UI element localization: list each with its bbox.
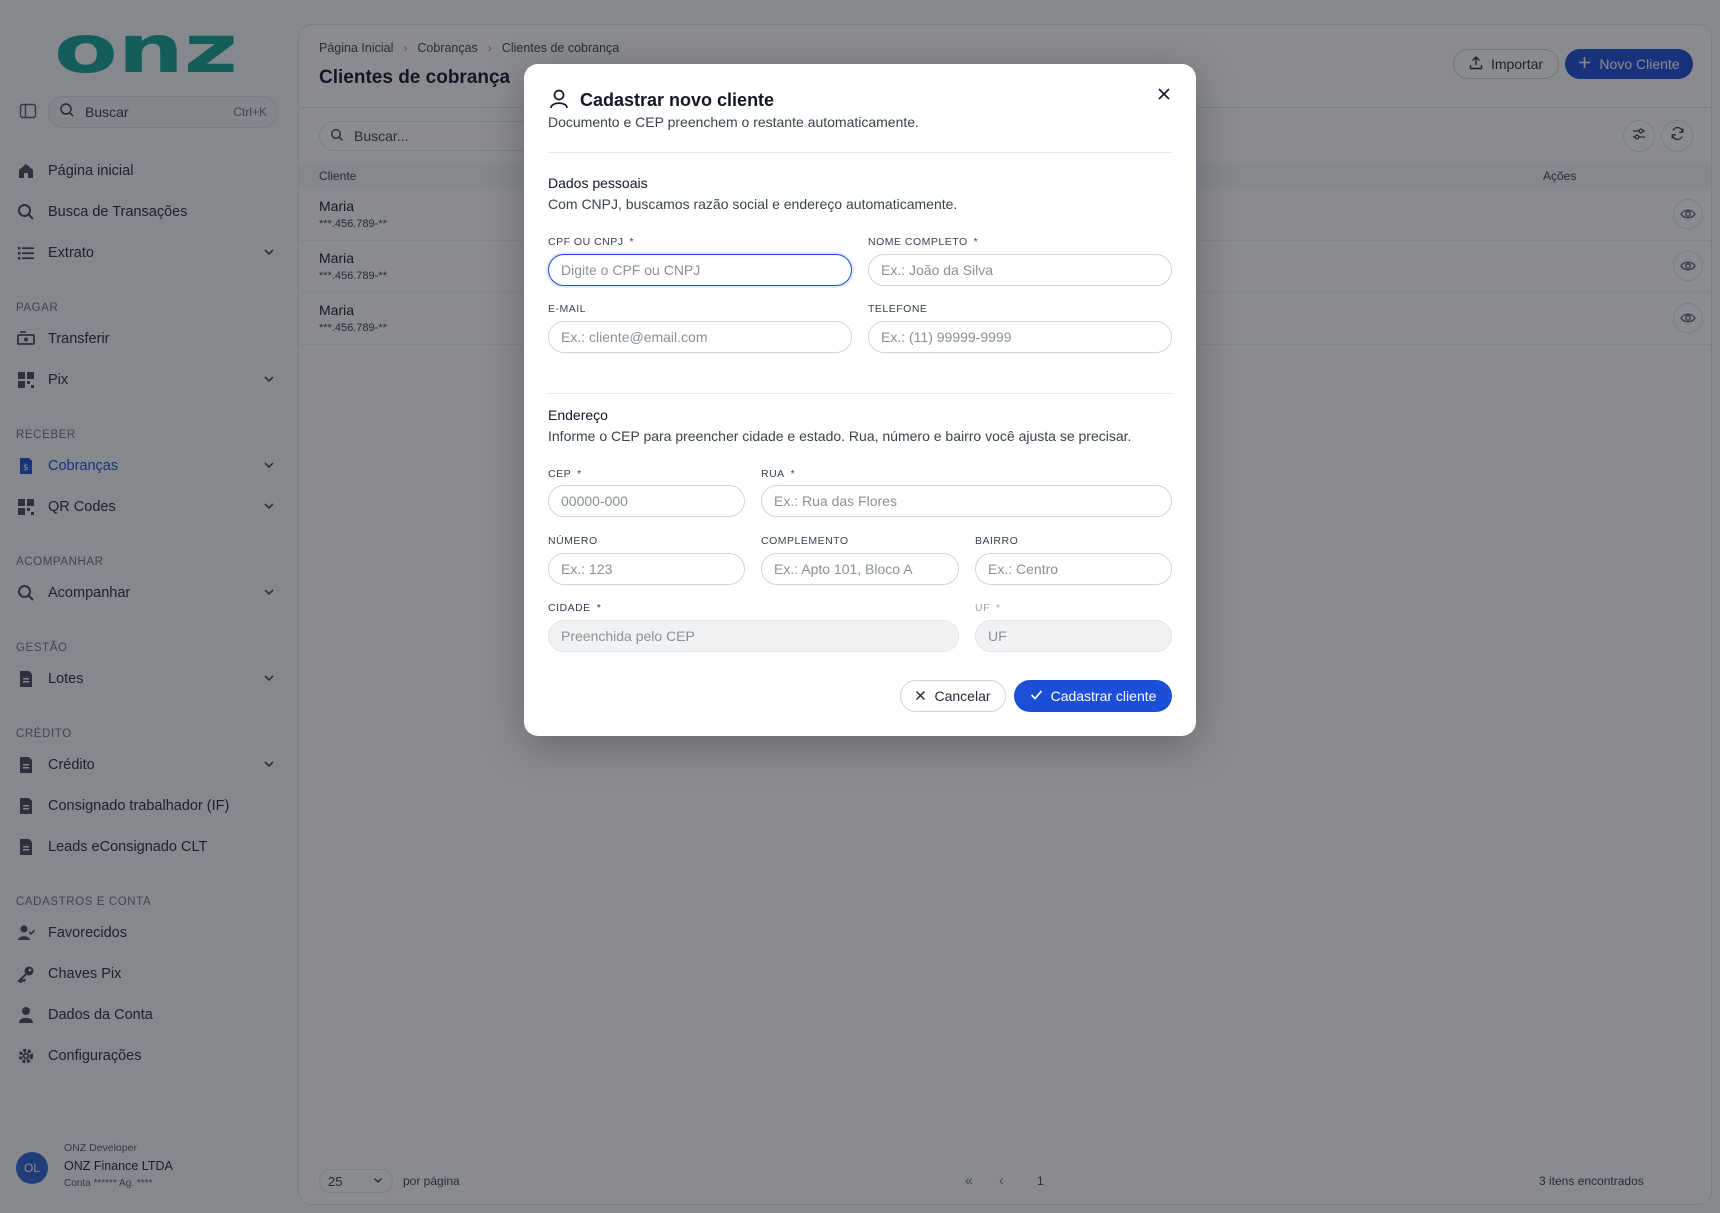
- submit-label: Cadastrar cliente: [1050, 688, 1157, 704]
- section-address-title: Endereço: [548, 407, 608, 423]
- section-divider: [548, 393, 1172, 394]
- dialog-title: Cadastrar novo cliente: [580, 90, 775, 110]
- user-icon: [548, 88, 570, 110]
- close-icon[interactable]: [1152, 82, 1176, 106]
- state-label: UF *: [975, 602, 1001, 614]
- phone-label: TELEFONE: [868, 303, 928, 315]
- city-input: [548, 620, 959, 652]
- new-client-dialog: Cadastrar novo cliente Documento e CEP p…: [524, 64, 1196, 736]
- district-label: BAIRRO: [975, 535, 1019, 547]
- dialog-divider: [548, 152, 1172, 153]
- email-input[interactable]: [548, 321, 852, 353]
- name-label: NOME COMPLETO *: [868, 236, 979, 248]
- city-label: CIDADE *: [548, 602, 602, 614]
- district-input[interactable]: [975, 553, 1172, 585]
- cancel-button[interactable]: Cancelar: [900, 680, 1006, 712]
- doc-label: CPF OU CNPJ *: [548, 236, 635, 248]
- complement-label: COMPLEMENTO: [761, 535, 849, 547]
- submit-client-button[interactable]: Cadastrar cliente: [1014, 680, 1172, 712]
- street-label: RUA *: [761, 468, 796, 480]
- cancel-label: Cancelar: [934, 688, 991, 704]
- cep-label: CEP *: [548, 468, 582, 480]
- full-name-input[interactable]: [868, 254, 1172, 286]
- email-label: E-MAIL: [548, 303, 587, 315]
- complement-input[interactable]: [761, 553, 959, 585]
- section-personal-desc: Com CNPJ, buscamos razão social e endere…: [548, 196, 958, 212]
- street-input[interactable]: [761, 485, 1172, 517]
- dialog-subtitle: Documento e CEP preenchem o restante aut…: [548, 114, 919, 130]
- phone-input[interactable]: [868, 321, 1172, 353]
- document-input[interactable]: [548, 254, 852, 286]
- section-personal-title: Dados pessoais: [548, 175, 648, 191]
- state-input: [975, 620, 1172, 652]
- number-label: NÚMERO: [548, 535, 598, 547]
- number-input[interactable]: [548, 553, 745, 585]
- cep-input[interactable]: [548, 485, 745, 517]
- section-address-desc: Informe o CEP para preencher cidade e es…: [548, 428, 1132, 444]
- check-icon: [1030, 688, 1043, 704]
- close-icon: [915, 688, 926, 704]
